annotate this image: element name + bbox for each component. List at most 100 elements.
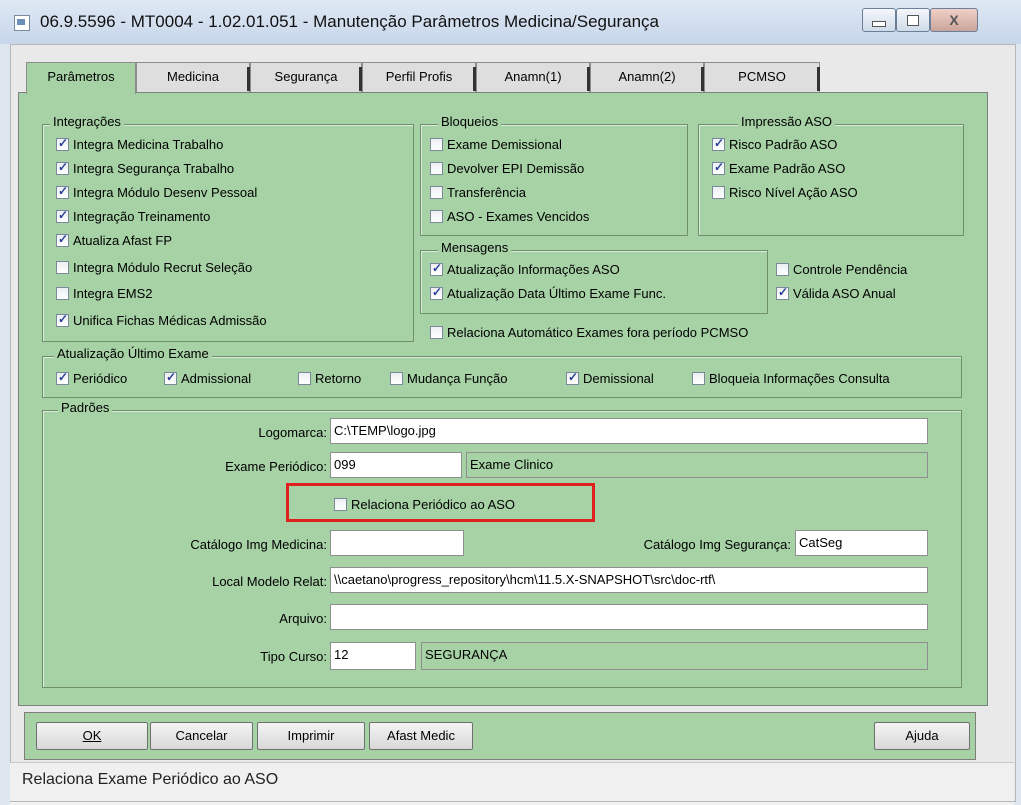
maximize-button[interactable] xyxy=(896,8,930,32)
tab-parametros[interactable]: Parâmetros xyxy=(26,62,136,94)
valida-aso-anual-checkbox[interactable]: Válida ASO Anual xyxy=(776,285,896,301)
local-modelo-field[interactable]: \\caetano\progress_repository\hcm\11.5.X… xyxy=(330,567,928,593)
impressao-checkbox-2-box[interactable] xyxy=(712,186,725,199)
catalogo-medicina-field[interactable] xyxy=(330,530,464,556)
bloqueios-checkbox-1[interactable]: Devolver EPI Demissão xyxy=(430,161,584,176)
afast-medic-button[interactable]: Afast Medic xyxy=(369,722,473,750)
integracoes-checkbox-6-text: Integra EMS2 xyxy=(73,286,153,301)
ultimo-exame-checkbox-4[interactable]: Demissional xyxy=(566,370,654,386)
ok-button[interactable]: OK xyxy=(36,722,148,750)
cancelar-button-label: Cancelar xyxy=(175,728,228,743)
impressao-checkbox-1-box[interactable] xyxy=(712,160,725,175)
ultimo-exame-checkbox-4-box[interactable] xyxy=(566,370,579,385)
mensagens-checkbox-0-box[interactable] xyxy=(430,261,443,276)
ultimo-exame-checkbox-2[interactable]: Retorno xyxy=(298,371,361,386)
integracoes-checkbox-2[interactable]: Integra Módulo Desenv Pessoal xyxy=(56,184,258,200)
bloqueios-checkbox-1-text: Devolver EPI Demissão xyxy=(447,161,585,176)
ajuda-button-label: Ajuda xyxy=(905,728,939,743)
close-icon: X xyxy=(949,12,959,28)
ultimo-exame-checkbox-5-text: Bloqueia Informações Consulta xyxy=(709,371,890,386)
controle-pendencia-checkbox-box[interactable] xyxy=(776,263,789,276)
integracoes-checkbox-0-box[interactable] xyxy=(56,136,69,151)
bloqueios-checkbox-3[interactable]: ASO - Exames Vencidos xyxy=(430,209,589,224)
tipo-curso-code-field[interactable]: 12 xyxy=(330,642,416,670)
ultimo-exame-checkbox-1-text: Admissional xyxy=(181,371,252,386)
bloqueios-checkbox-2-box[interactable] xyxy=(430,186,443,199)
catalogo-seguranca-field[interactable]: CatSeg xyxy=(795,530,928,556)
integracoes-checkbox-3-text: Integração Treinamento xyxy=(73,209,211,224)
arquivo-field[interactable] xyxy=(330,604,928,630)
bloqueios-checkbox-0-box[interactable] xyxy=(430,138,443,151)
ultimo-exame-checkbox-3-text: Mudança Função xyxy=(407,371,508,386)
bloqueios-checkbox-3-box[interactable] xyxy=(430,210,443,223)
bloqueios-checkbox-1-box[interactable] xyxy=(430,162,443,175)
integracoes-checkbox-5[interactable]: Integra Módulo Recrut Seleção xyxy=(56,260,252,275)
relaciona-automatico-checkbox[interactable]: Relaciona Automático Exames fora período… xyxy=(430,325,748,340)
catalogo-medicina-label: Catálogo Img Medicina: xyxy=(190,537,327,552)
impressao-checkbox-0[interactable]: Risco Padrão ASO xyxy=(712,136,838,152)
ok-button-label: OK xyxy=(82,728,102,743)
tab-anamn-1[interactable]: Anamn(1) xyxy=(476,62,590,92)
ajuda-button[interactable]: Ajuda xyxy=(874,722,970,750)
ultimo-exame-label: Atualização Último Exame xyxy=(54,346,212,361)
ultimo-exame-checkbox-2-box[interactable] xyxy=(298,372,311,385)
tab-medicina[interactable]: Medicina xyxy=(136,62,250,92)
afast-medic-button-label: Afast Medic xyxy=(387,728,455,743)
app-icon[interactable] xyxy=(14,15,30,31)
mensagens-checkbox-0[interactable]: Atualização Informações ASO xyxy=(430,261,620,277)
impressao-checkbox-0-text: Risco Padrão ASO xyxy=(729,137,838,152)
bloqueios-checkbox-0[interactable]: Exame Demissional xyxy=(430,137,562,152)
integracoes-checkbox-1-box[interactable] xyxy=(56,160,69,175)
integracoes-checkbox-5-box[interactable] xyxy=(56,261,69,274)
ultimo-exame-checkbox-1-box[interactable] xyxy=(164,370,177,385)
integracoes-checkbox-1[interactable]: Integra Segurança Trabalho xyxy=(56,160,234,176)
imprimir-button[interactable]: Imprimir xyxy=(257,722,365,750)
impressao-checkbox-2[interactable]: Risco Nível Ação ASO xyxy=(712,185,858,200)
bloqueios-checkbox-0-text: Exame Demissional xyxy=(447,137,562,152)
ultimo-exame-checkbox-1[interactable]: Admissional xyxy=(164,370,252,386)
integracoes-checkbox-0[interactable]: Integra Medicina Trabalho xyxy=(56,136,223,152)
mensagens-checkbox-1-box[interactable] xyxy=(430,285,443,300)
ultimo-exame-checkbox-3-box[interactable] xyxy=(390,372,403,385)
status-text: Relaciona Exame Periódico ao ASO xyxy=(22,771,279,788)
bloqueios-checkbox-3-text: ASO - Exames Vencidos xyxy=(447,209,590,224)
impressao-checkbox-1[interactable]: Exame Padrão ASO xyxy=(712,160,845,176)
close-button[interactable]: X xyxy=(930,8,978,32)
tab-pcmso[interactable]: PCMSO xyxy=(704,62,820,92)
integracoes-checkbox-3-box[interactable] xyxy=(56,208,69,223)
tab-anamn-2[interactable]: Anamn(2) xyxy=(590,62,704,92)
integracoes-checkbox-7[interactable]: Unifica Fichas Médicas Admissão xyxy=(56,312,267,328)
valida-aso-anual-checkbox-box[interactable] xyxy=(776,285,789,300)
impressao-checkbox-0-box[interactable] xyxy=(712,136,725,151)
logomarca-label: Logomarca: xyxy=(258,425,327,440)
ultimo-exame-checkbox-0[interactable]: Periódico xyxy=(56,370,127,386)
integracoes-checkbox-6[interactable]: Integra EMS2 xyxy=(56,286,153,301)
tipo-curso-desc-field: SEGURANÇA xyxy=(421,642,928,670)
controle-pendencia-checkbox[interactable]: Controle Pendência xyxy=(776,262,907,277)
ultimo-exame-checkbox-5-box[interactable] xyxy=(692,372,705,385)
ultimo-exame-checkbox-3[interactable]: Mudança Função xyxy=(390,371,507,386)
valida-aso-anual-checkbox-text: Válida ASO Anual xyxy=(793,286,896,301)
exame-periodico-label: Exame Periódico: xyxy=(225,459,327,474)
integracoes-label: Integrações xyxy=(50,114,124,129)
integracoes-checkbox-2-box[interactable] xyxy=(56,184,69,199)
cancelar-button[interactable]: Cancelar xyxy=(150,722,253,750)
ultimo-exame-checkbox-0-box[interactable] xyxy=(56,370,69,385)
exame-periodico-code-field[interactable]: 099 xyxy=(330,452,462,478)
logomarca-field[interactable]: C:\TEMP\logo.jpg xyxy=(330,418,928,444)
ultimo-exame-checkbox-5[interactable]: Bloqueia Informações Consulta xyxy=(692,371,890,386)
integracoes-checkbox-4[interactable]: Atualiza Afast FP xyxy=(56,232,172,248)
integracoes-checkbox-2-text: Integra Módulo Desenv Pessoal xyxy=(73,185,258,200)
integracoes-checkbox-6-box[interactable] xyxy=(56,287,69,300)
integracoes-checkbox-4-box[interactable] xyxy=(56,232,69,247)
bloqueios-checkbox-2-text: Transferência xyxy=(447,185,526,200)
mensagens-checkbox-1[interactable]: Atualização Data Último Exame Func. xyxy=(430,285,666,301)
minimize-button[interactable] xyxy=(862,8,896,32)
tipo-curso-label: Tipo Curso: xyxy=(260,649,327,664)
tab-seguranca[interactable]: Segurança xyxy=(250,62,362,92)
integracoes-checkbox-7-box[interactable] xyxy=(56,312,69,327)
bloqueios-checkbox-2[interactable]: Transferência xyxy=(430,185,526,200)
tab-perfil-profis[interactable]: Perfil Profis xyxy=(362,62,476,92)
relaciona-automatico-checkbox-box[interactable] xyxy=(430,326,443,339)
integracoes-checkbox-3[interactable]: Integração Treinamento xyxy=(56,208,211,224)
